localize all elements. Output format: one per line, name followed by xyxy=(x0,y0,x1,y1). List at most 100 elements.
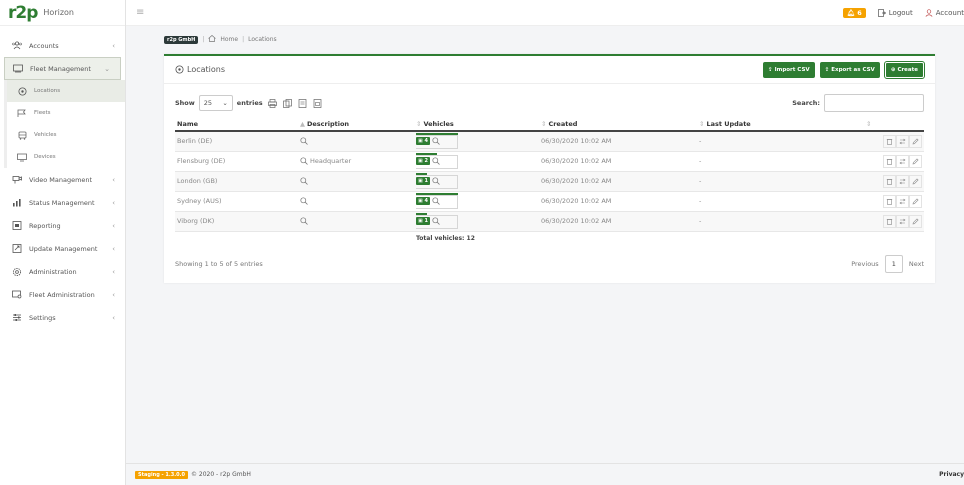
sidebar-item-label: Status Management xyxy=(29,198,95,207)
excel-icon[interactable] xyxy=(298,98,307,108)
edit-button[interactable] xyxy=(909,134,922,148)
sidebar-item-label: Fleet Management xyxy=(30,64,91,73)
table-row[interactable]: Sydney (AUS) ▣ 4 06/30/2020 10:02 AM - xyxy=(175,191,924,212)
col-header-sort[interactable]: ⇕ xyxy=(864,117,924,132)
table-row[interactable]: Viborg (DK) ▣ 1 06/30/2020 10:02 AM - xyxy=(175,211,924,232)
sidebar-item-video-management[interactable]: Video Management ‹ xyxy=(0,168,125,191)
sidebar-item-update-management[interactable]: Update Management ‹ xyxy=(0,237,125,260)
search-icon[interactable] xyxy=(300,137,308,146)
export-csv-button[interactable]: ⇪ Export as CSV xyxy=(819,61,880,78)
description-text: Headquarter xyxy=(310,157,352,165)
breadcrumb-company[interactable]: r2p GmbH xyxy=(164,35,199,44)
sidebar-item-settings[interactable]: Settings ‹ xyxy=(0,306,125,329)
vehicle-bar xyxy=(416,173,427,175)
sidebar-subitem-vehicles[interactable]: Vehicles xyxy=(7,124,125,146)
app-name: Horizon xyxy=(43,8,74,17)
chart-icon xyxy=(12,198,22,208)
sidebar-subitem-devices[interactable]: Devices xyxy=(7,146,125,168)
col-header-description[interactable]: ▲ Description xyxy=(298,117,414,132)
entries-select[interactable]: 25 ⌄ xyxy=(198,95,233,111)
search-icon[interactable] xyxy=(300,217,308,225)
topbar-actions: 🔔︎ 6 Logout Account xyxy=(842,7,964,18)
card-header: Locations ⇪ Import CSV ⇪ Export as CSV ⊕… xyxy=(164,56,935,84)
table-row[interactable]: London (GB) ▣ 1 06/30/2020 10:02 AM - xyxy=(175,171,924,192)
privacy-link[interactable]: Privacy xyxy=(939,471,964,478)
delete-button[interactable] xyxy=(883,174,896,188)
next-button[interactable]: Next xyxy=(909,260,924,268)
breadcrumb-separator: | xyxy=(242,36,245,43)
col-header-vehicles[interactable]: ⇕ Vehicles xyxy=(414,117,539,132)
page-button[interactable]: 1 xyxy=(884,255,903,273)
sidebar-subitem-locations[interactable]: Locations xyxy=(7,80,125,102)
table-row[interactable]: Flensburg (DE) Headquarter ▣ 2 06/30/2020 1… xyxy=(175,151,924,172)
sidebar-item-administration[interactable]: Administration ‹ xyxy=(0,260,125,283)
sidebar-item-accounts[interactable]: Accounts ‹ xyxy=(0,34,125,57)
report-icon xyxy=(12,221,22,231)
cell-actions xyxy=(864,131,924,152)
create-label: Create xyxy=(897,66,918,73)
transfer-button[interactable] xyxy=(896,154,909,168)
transfer-button[interactable] xyxy=(896,134,909,148)
logout-link[interactable]: Logout xyxy=(877,8,913,17)
chevron-down-icon: ⌄ xyxy=(104,64,110,73)
sidebar-subitem-fleets[interactable]: Fleets xyxy=(7,102,125,124)
pencil-icon xyxy=(912,138,919,145)
transfer-button[interactable] xyxy=(896,174,909,188)
account-link[interactable]: Account xyxy=(925,9,964,17)
notification-button[interactable]: 🔔︎ 6 xyxy=(842,7,866,18)
delete-button[interactable] xyxy=(883,154,896,168)
total-spacer xyxy=(539,231,697,245)
gear-icon xyxy=(12,267,22,277)
card-title: Locations xyxy=(175,65,225,74)
pencil-icon xyxy=(912,157,919,164)
sidebar-item-fleet-administration[interactable]: Fleet Administration ‹ xyxy=(0,283,125,306)
cell-actions xyxy=(864,171,924,192)
col-header-last-update[interactable]: ⇕ Last Update xyxy=(697,117,864,132)
transfer-button[interactable] xyxy=(896,214,909,228)
col-header-label: Last Update xyxy=(706,119,751,128)
edit-button[interactable] xyxy=(909,214,922,228)
cell-name: Flensburg (DE) xyxy=(175,151,298,172)
cell-description xyxy=(298,191,414,212)
import-csv-button[interactable]: ⇪ Import CSV xyxy=(762,61,815,78)
col-header-name[interactable]: Name xyxy=(175,117,298,132)
hamburger-icon[interactable]: ≡ xyxy=(136,7,144,18)
cell-description xyxy=(298,211,414,232)
cell-actions xyxy=(864,191,924,212)
device-icon xyxy=(17,153,27,162)
search-icon[interactable] xyxy=(300,197,308,205)
search-icon[interactable] xyxy=(300,177,308,185)
logout-icon xyxy=(877,8,886,17)
sidebar-item-label: Video Management xyxy=(29,175,93,184)
cell-created: 06/30/2020 10:02 AM xyxy=(539,171,697,192)
search-input[interactable] xyxy=(824,94,924,112)
sidebar-item-reporting[interactable]: Reporting ‹ xyxy=(0,214,125,237)
import-icon: ⇪ xyxy=(767,66,773,73)
sidebar: r2p Horizon Accounts ‹ Fleet Management … xyxy=(0,0,126,485)
search-icon[interactable] xyxy=(300,157,308,165)
create-button[interactable]: ⊕ Create xyxy=(883,60,926,79)
pdf-icon[interactable] xyxy=(313,98,322,108)
vehicle-outline xyxy=(416,195,458,209)
sidebar-item-fleet-management[interactable]: Fleet Management ⌄ xyxy=(4,57,121,80)
edit-button[interactable] xyxy=(909,194,922,208)
fleet-admin-icon xyxy=(12,290,22,300)
delete-button[interactable] xyxy=(883,194,896,208)
col-header-created[interactable]: ⇕ Created xyxy=(539,117,697,132)
brand[interactable]: r2p Horizon xyxy=(0,0,125,26)
user-icon xyxy=(925,8,933,17)
edit-button[interactable] xyxy=(909,174,922,188)
edit-button[interactable] xyxy=(909,154,922,168)
chevron-left-icon: ‹ xyxy=(112,41,115,50)
search-label: Search: xyxy=(792,99,820,107)
table-row[interactable]: Berlin (DE) ▣ 4 06/30/2020 10:02 AM - xyxy=(175,131,924,152)
copy-icon[interactable] xyxy=(282,98,292,108)
print-icon[interactable] xyxy=(267,98,277,108)
breadcrumb-home[interactable]: Home xyxy=(220,36,238,43)
transfer-button[interactable] xyxy=(896,194,909,208)
cell-name: London (GB) xyxy=(175,171,298,192)
delete-button[interactable] xyxy=(883,134,896,148)
previous-button[interactable]: Previous xyxy=(851,260,878,268)
delete-button[interactable] xyxy=(883,214,896,228)
sidebar-item-status-management[interactable]: Status Management ‹ xyxy=(0,191,125,214)
